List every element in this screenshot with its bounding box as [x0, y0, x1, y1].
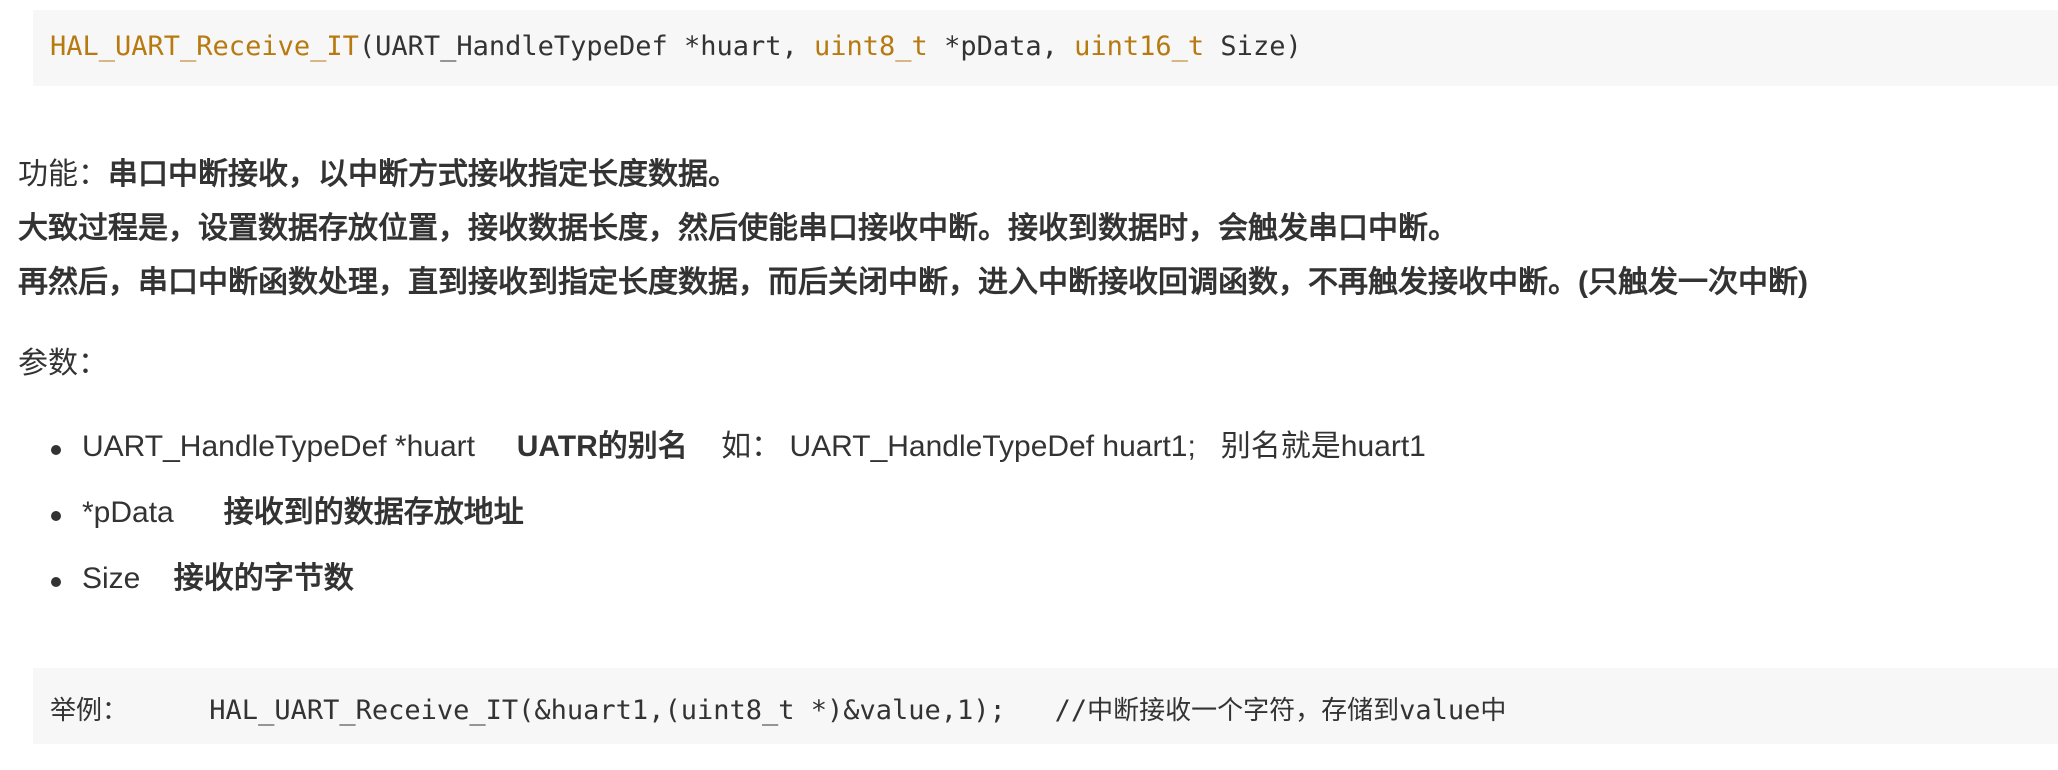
param-list: UART_HandleTypeDef *huart UATR的别名 如： UAR…	[0, 420, 1426, 618]
function-signature-code-block: HAL_UART_Receive_IT(UART_HandleTypeDef *…	[33, 10, 2058, 86]
bullet-icon	[51, 511, 61, 521]
description-label: 功能：	[18, 158, 108, 191]
comment-text: 中断接收一个字符，存储到	[1087, 696, 1400, 726]
comment-end: 中	[1480, 696, 1507, 726]
param-desc: 接收的字节数	[173, 562, 354, 595]
list-item-pdata: *pData 接收到的数据存放地址	[0, 486, 1426, 552]
example-code-block: 举例： HAL_UART_Receive_IT(&huart1,(uint8_t…	[33, 668, 2058, 744]
param-desc: UATR的别名	[516, 430, 688, 463]
function-description: 功能：串口中断接收，以中断方式接收指定长度数据。 大致过程是，设置数据存放位置，…	[18, 148, 2048, 310]
param-name: *pData	[82, 496, 174, 529]
list-item-huart: UART_HandleTypeDef *huart UATR的别名 如： UAR…	[0, 420, 1426, 486]
signature-close: Size)	[1204, 31, 1302, 62]
description-line-1: 功能：串口中断接收，以中断方式接收指定长度数据。	[18, 148, 2048, 202]
description-summary: 串口中断接收，以中断方式接收指定长度数据。	[108, 158, 738, 191]
signature-open: (UART_HandleTypeDef *huart,	[358, 31, 815, 62]
example-label: 举例：	[50, 696, 129, 726]
param-type-uint16: uint16_t	[1074, 31, 1205, 62]
param-name: UART_HandleTypeDef *huart	[82, 430, 475, 463]
params-heading: 参数：	[18, 347, 108, 380]
param-desc: 接收到的数据存放地址	[223, 496, 524, 529]
param-note: 如： UART_HandleTypeDef huart1; 别名就是huart1	[721, 430, 1426, 463]
signature-mid: *pData,	[927, 31, 1075, 62]
description-line-3: 再然后，串口中断函数处理，直到接收到指定长度数据，而后关闭中断，进入中断接收回调…	[18, 266, 1808, 299]
param-type-uint8: uint8_t	[814, 31, 928, 62]
comment-var: value	[1399, 695, 1481, 726]
bullet-icon	[51, 445, 61, 455]
example-code: HAL_UART_Receive_IT(&huart1,(uint8_t *)&…	[209, 695, 1006, 726]
comment-prefix: //	[1054, 695, 1088, 726]
bullet-icon	[51, 577, 61, 587]
list-item-size: Size 接收的字节数	[0, 552, 1426, 618]
param-name: Size	[82, 562, 141, 595]
description-line-2: 大致过程是，设置数据存放位置，接收数据长度，然后使能串口接收中断。接收到数据时，…	[18, 212, 1458, 245]
function-name: HAL_UART_Receive_IT	[50, 31, 359, 62]
